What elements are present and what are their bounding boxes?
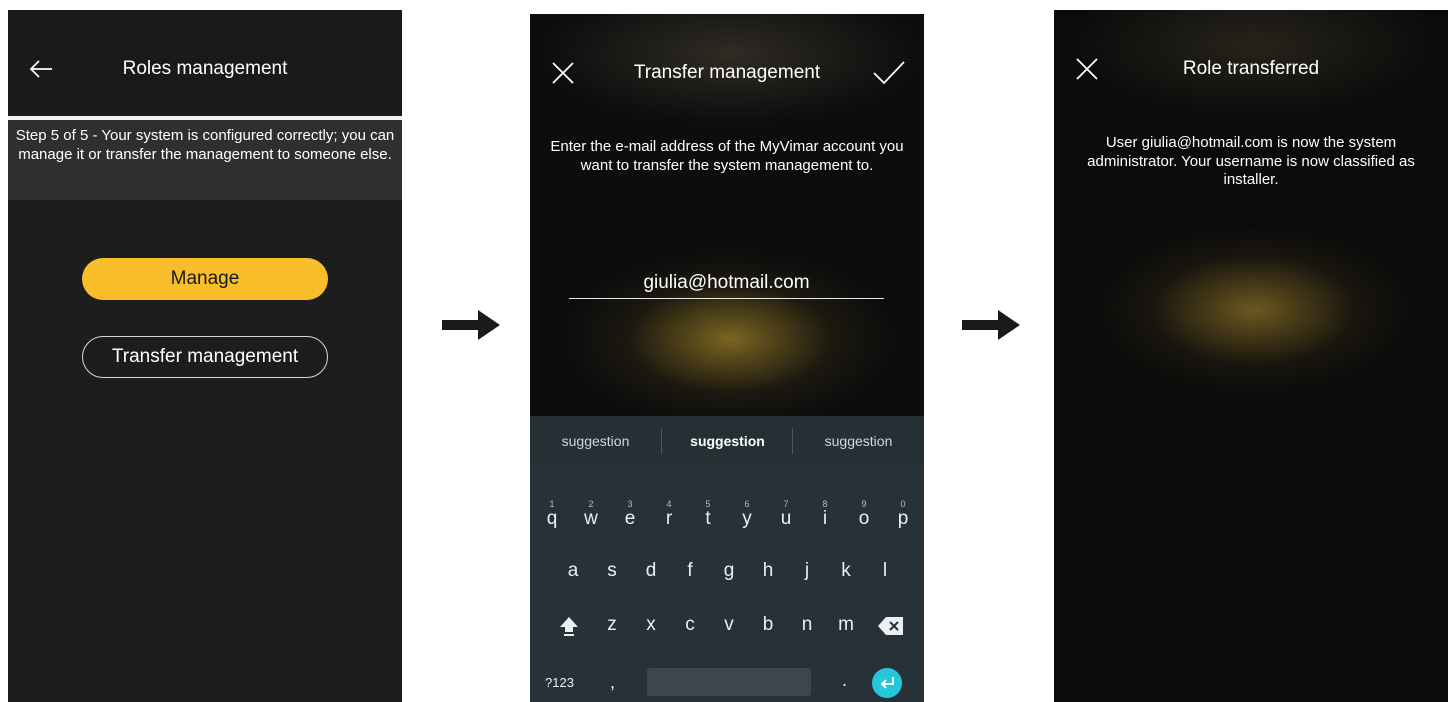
key-i[interactable]: 8i <box>807 499 843 530</box>
key-hint: 8 <box>822 499 828 509</box>
arrow-right-icon <box>962 310 1020 340</box>
key-f[interactable]: f <box>672 560 708 582</box>
key-label: w <box>584 508 598 529</box>
page-title: Roles management <box>122 58 288 79</box>
key-a[interactable]: a <box>555 560 591 582</box>
key-label: t <box>705 508 711 529</box>
key-hint: 4 <box>666 499 672 509</box>
key-l[interactable]: l <box>867 560 903 582</box>
manage-button[interactable]: Manage <box>82 258 328 300</box>
key-w[interactable]: 2w <box>573 499 609 530</box>
transfer-management-button[interactable]: Transfer management <box>82 336 328 378</box>
key-o[interactable]: 9o <box>846 499 882 530</box>
background-glow <box>1094 225 1414 395</box>
key-h[interactable]: h <box>750 560 786 582</box>
key-label: o <box>858 508 870 529</box>
key-r[interactable]: 4r <box>651 499 687 530</box>
suggestion-item[interactable]: suggestion <box>662 416 793 466</box>
key-hint: 7 <box>783 499 789 509</box>
key-x[interactable]: x <box>633 614 669 636</box>
shift-icon[interactable] <box>558 616 580 636</box>
check-icon[interactable] <box>872 60 906 86</box>
key-t[interactable]: 5t <box>690 499 726 530</box>
key-label: q <box>546 508 558 529</box>
key-g[interactable]: g <box>711 560 747 582</box>
key-d[interactable]: d <box>633 560 669 582</box>
key-label: e <box>624 508 636 529</box>
suggestion-bar: suggestion suggestion suggestion <box>530 416 924 466</box>
suggestion-item[interactable]: suggestion <box>793 416 924 466</box>
period-key[interactable]: . <box>842 670 847 691</box>
instruction-text: Enter the e-mail address of the MyVimar … <box>550 138 904 174</box>
page-title: Role transferred <box>1182 58 1320 79</box>
key-j[interactable]: j <box>789 560 825 582</box>
comma-key[interactable]: , <box>610 672 615 693</box>
confirmation-message: User giulia@hotmail.com is now the syste… <box>1087 134 1415 188</box>
key-label: i <box>822 508 828 529</box>
roles-management-screen: Roles management Step 5 of 5 - Your syst… <box>8 10 402 702</box>
suggestion-item[interactable]: suggestion <box>530 416 661 466</box>
key-u[interactable]: 7u <box>768 499 804 530</box>
key-label: r <box>665 508 673 529</box>
step-info-text: Step 5 of 5 - Your system is configured … <box>8 120 402 200</box>
header: Transfer management <box>530 14 924 120</box>
key-b[interactable]: b <box>750 614 786 636</box>
key-c[interactable]: c <box>672 614 708 636</box>
key-n[interactable]: n <box>789 614 825 636</box>
space-key[interactable] <box>647 668 811 696</box>
symbols-key[interactable]: ?123 <box>545 675 574 690</box>
key-e[interactable]: 3e <box>612 499 648 530</box>
key-hint: 1 <box>549 499 555 509</box>
key-hint: 9 <box>861 499 867 509</box>
key-label: y <box>742 508 752 529</box>
key-hint: 3 <box>627 499 633 509</box>
key-hint: 5 <box>705 499 711 509</box>
page-title: Transfer management <box>633 62 821 83</box>
key-label: u <box>780 508 792 529</box>
enter-key[interactable] <box>872 668 902 698</box>
key-z[interactable]: z <box>594 614 630 636</box>
key-hint: 6 <box>744 499 750 509</box>
header: Role transferred <box>1054 10 1448 116</box>
header: Roles management <box>8 10 402 116</box>
enter-icon <box>880 677 894 689</box>
key-hint: 2 <box>588 499 594 509</box>
key-hint: 0 <box>900 499 906 509</box>
role-transferred-screen: Role transferred User giulia@hotmail.com… <box>1054 10 1448 702</box>
email-field[interactable]: giulia@hotmail.com <box>569 272 884 299</box>
key-s[interactable]: s <box>594 560 630 582</box>
key-p[interactable]: 0p <box>885 499 921 530</box>
key-y[interactable]: 6y <box>729 499 765 530</box>
key-m[interactable]: m <box>828 614 864 636</box>
backspace-icon[interactable] <box>878 617 904 635</box>
key-k[interactable]: k <box>828 560 864 582</box>
key-v[interactable]: v <box>711 614 747 636</box>
transfer-management-screen: Transfer management Enter the e-mail add… <box>530 14 924 702</box>
key-q[interactable]: 1q <box>534 499 570 530</box>
onscreen-keyboard: suggestion suggestion suggestion 1q 2w 3… <box>530 416 924 702</box>
key-label: p <box>897 508 909 529</box>
arrow-right-icon <box>442 310 500 340</box>
